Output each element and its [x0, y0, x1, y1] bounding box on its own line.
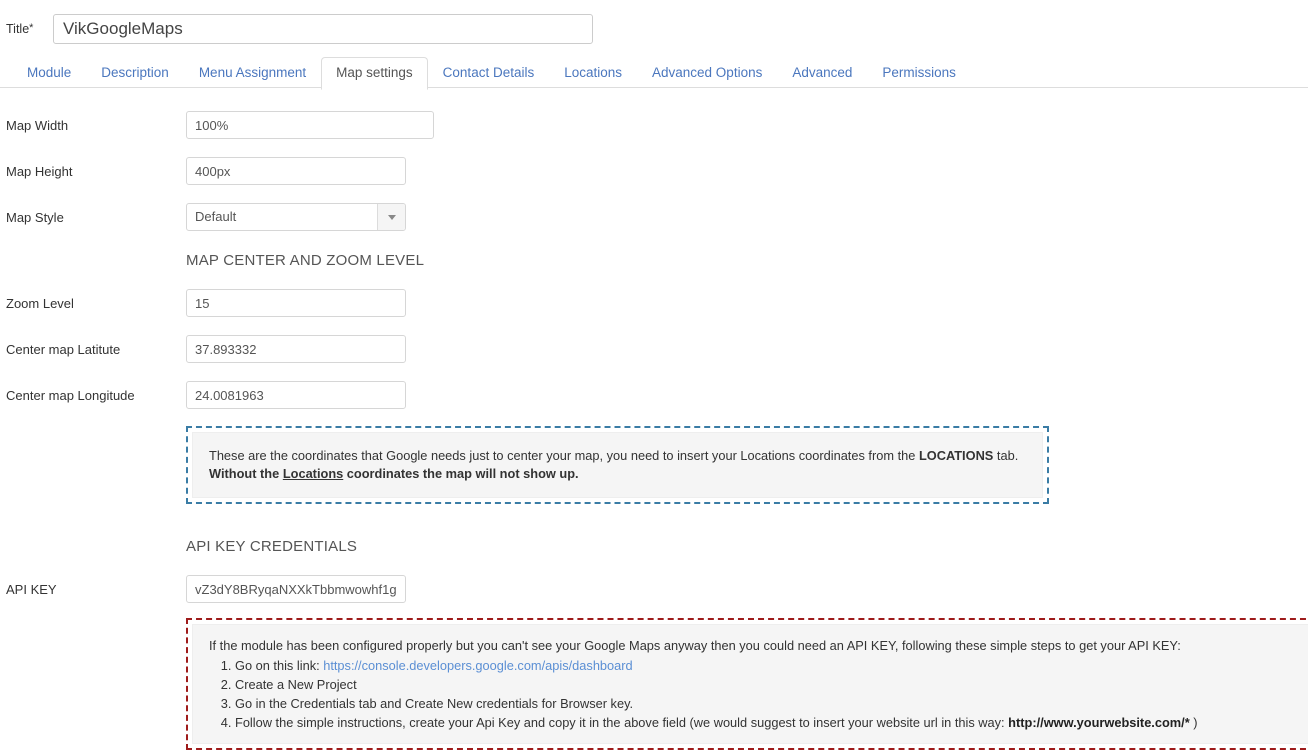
api-key-label: API KEY [6, 581, 57, 597]
map-style-select[interactable]: Default [186, 203, 406, 231]
title-row: Title* [0, 0, 1308, 46]
api-key-instructions-text: If the module has been configured proper… [192, 624, 1308, 744]
map-height-label: Map Height [6, 163, 73, 179]
map-width-label: Map Width [6, 117, 69, 133]
red-alert-wrapper: If the module has been configured proper… [0, 618, 1308, 750]
coordinates-info-line2-part2: coordinates the map will not show up. [343, 466, 579, 481]
title-label-text: Title [6, 22, 30, 36]
map-style-selected-value: Default [195, 209, 237, 224]
locations-tab-strong: LOCATIONS [918, 448, 994, 463]
map-width-input[interactable] [186, 111, 434, 139]
coordinates-info-line2: Without the Locations coordinates the ma… [209, 465, 1026, 483]
map-style-label: Map Style [6, 209, 64, 225]
coordinates-info-line1: These are the coordinates that Google ne… [209, 447, 1026, 465]
coordinates-info-line1-part2: tab. [993, 448, 1019, 463]
field-row-latitude: Center map Latitute [0, 326, 1308, 372]
api-key-steps-list: Go on this link: https://console.develop… [209, 657, 1293, 732]
tab-advanced-options[interactable]: Advanced Options [637, 57, 777, 90]
api-key-input[interactable] [186, 575, 406, 603]
locations-underline: Locations [282, 466, 344, 481]
coordinates-info-line1-part1: These are the coordinates that Google ne… [209, 448, 919, 463]
field-row-map-style: Map Style Default [0, 194, 1308, 240]
website-url-example: http://www.yourwebsite.com/* [1008, 715, 1190, 730]
chevron-down-icon[interactable] [377, 204, 405, 230]
api-key-instructions-alert: If the module has been configured proper… [186, 618, 1308, 750]
coordinates-info-line2-part1: Without the [209, 466, 283, 481]
tab-bar: Module Description Menu Assignment Map sett… [0, 56, 1308, 90]
field-row-map-width: Map Width [0, 102, 1308, 148]
latitude-label: Center map Latitute [6, 341, 121, 357]
longitude-input[interactable] [186, 381, 406, 409]
title-label: Title* [6, 22, 50, 36]
tab-description[interactable]: Description [86, 57, 184, 90]
longitude-label: Center map Longitude [6, 387, 135, 403]
api-key-step-3: Go in the Credentials tab and Create New… [235, 695, 1293, 713]
required-asterisk: * [29, 22, 34, 34]
api-key-step-1: Go on this link: https://console.develop… [235, 657, 1293, 675]
field-row-map-height: Map Height [0, 148, 1308, 194]
api-key-step-4-suffix: ) [1189, 715, 1198, 730]
caret-shape [387, 214, 396, 220]
map-height-input[interactable] [186, 157, 406, 185]
tab-contact-details[interactable]: Contact Details [428, 57, 550, 90]
section-heading-api-credentials: API KEY CREDENTIALS [186, 537, 358, 555]
google-console-link[interactable]: https://console.developers.google.com/ap… [323, 658, 632, 673]
title-input[interactable] [53, 14, 593, 44]
api-key-step-4: Follow the simple instructions, create y… [235, 714, 1293, 732]
field-row-zoom-level: Zoom Level [0, 280, 1308, 326]
zoom-level-label: Zoom Level [6, 295, 74, 311]
api-key-instructions-intro: If the module has been configured proper… [209, 638, 1181, 653]
blue-alert-wrapper: These are the coordinates that Google ne… [0, 426, 1308, 504]
section-heading-map-center: MAP CENTER AND ZOOM LEVEL [186, 251, 425, 269]
api-key-step-4-prefix: Follow the simple instructions, create y… [235, 715, 1009, 730]
api-key-step-2: Create a New Project [235, 676, 1293, 694]
field-row-api-key: API KEY [0, 566, 1308, 612]
map-settings-form: Map Width Map Height Map Style Default M… [0, 88, 1308, 750]
tab-permissions[interactable]: Permissions [867, 57, 971, 90]
coordinates-info-alert: These are the coordinates that Google ne… [186, 426, 1049, 504]
tab-advanced[interactable]: Advanced [777, 57, 867, 90]
tab-locations[interactable]: Locations [549, 57, 637, 90]
tab-module[interactable]: Module [12, 57, 86, 90]
tab-map-settings[interactable]: Map settings [321, 57, 428, 90]
coordinates-info-text: These are the coordinates that Google ne… [192, 432, 1043, 498]
zoom-level-input[interactable] [186, 289, 406, 317]
latitude-input[interactable] [186, 335, 406, 363]
tab-menu-assignment[interactable]: Menu Assignment [184, 57, 321, 90]
api-key-step-1-prefix: Go on this link: [235, 658, 324, 673]
field-row-longitude: Center map Longitude [0, 372, 1308, 418]
